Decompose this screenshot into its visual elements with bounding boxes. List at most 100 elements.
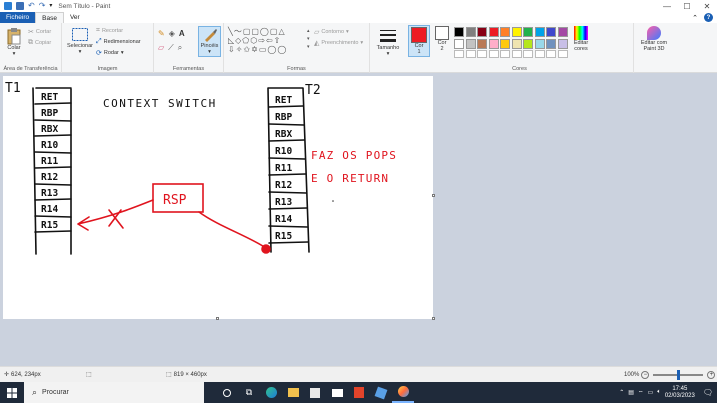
custom-color-slot[interactable] <box>477 50 487 58</box>
palette-swatch[interactable] <box>511 38 522 49</box>
right-stack-slot: R15 <box>275 231 292 242</box>
fill-button[interactable]: ◭ Preenchimento ▾ <box>314 39 363 47</box>
left-stack-slot: R14 <box>41 204 58 215</box>
palette-swatch[interactable] <box>557 38 568 49</box>
color-picker-icon[interactable]: ⟋ <box>168 43 174 53</box>
undo-icon[interactable]: ↶ <box>28 2 35 10</box>
rsp-old-pointer-arrow <box>77 199 154 231</box>
notifications-icon[interactable]: 🗨︎ <box>703 388 713 397</box>
start-button[interactable] <box>0 382 24 403</box>
palette-swatch[interactable] <box>465 38 476 49</box>
outline-button[interactable]: ▱ Contorno ▾ <box>314 28 349 36</box>
custom-color-slot[interactable] <box>465 50 476 58</box>
chevron-up-icon[interactable]: ⌃ <box>619 389 624 396</box>
palette-swatch[interactable] <box>523 38 533 49</box>
palette-swatch[interactable] <box>454 27 464 37</box>
file-explorer-icon[interactable] <box>282 382 304 403</box>
size-button[interactable]: Tamanho ▾ <box>374 27 402 57</box>
palette-swatch[interactable] <box>546 38 556 49</box>
store-icon[interactable] <box>304 382 326 403</box>
color2-button[interactable]: Cor 2 <box>432 26 452 52</box>
palette-swatch[interactable] <box>477 27 487 37</box>
palette-swatch[interactable] <box>534 27 545 37</box>
custom-color-slot[interactable] <box>500 50 510 58</box>
edge-icon[interactable] <box>260 382 282 403</box>
palette-swatch[interactable] <box>465 27 476 37</box>
zoom-out-icon[interactable]: − <box>641 370 650 379</box>
zoom-slider[interactable] <box>653 369 704 380</box>
magnifier-icon[interactable]: ⌕ <box>178 43 182 53</box>
palette-swatch[interactable] <box>511 27 522 37</box>
select-button[interactable]: Selecionar ▾ <box>66 27 94 55</box>
pencil-icon[interactable]: ✎ <box>158 29 165 38</box>
zoom-in-icon[interactable]: + <box>707 370 716 379</box>
brushes-button[interactable]: Pincéis ▾ <box>198 26 221 57</box>
palette-swatch[interactable] <box>557 27 568 37</box>
zoom-slider-thumb[interactable] <box>677 369 681 380</box>
drawing-canvas[interactable]: T1 T2 CONTEXT SWITCH RET RBP RBX R10 R11 R12 R… <box>3 76 433 319</box>
app-icon[interactable] <box>370 382 392 403</box>
left-stack-divider <box>34 183 72 186</box>
text-tool-icon[interactable]: A <box>179 29 185 38</box>
palette-swatch[interactable] <box>523 27 533 37</box>
paint-taskbar-icon[interactable] <box>392 382 414 403</box>
shapes-gallery[interactable]: ╲〜▢▢◯▢△ ◺◇⬠⬡⇨⇦⇧ ⇩✧✩✡▭◯◯ <box>228 27 306 57</box>
tab-home[interactable]: Base <box>35 12 64 23</box>
custom-color-slot[interactable] <box>511 50 522 58</box>
tab-view[interactable]: Ver <box>64 12 86 23</box>
palette-swatch[interactable] <box>488 27 499 37</box>
right-stack-divider <box>268 123 305 126</box>
custom-color-slot[interactable] <box>488 50 499 58</box>
shapes-scroll[interactable]: ▴ ▾ ▾ <box>307 27 310 51</box>
clipboard-icon <box>7 28 21 45</box>
paste-button[interactable]: Colar ▾ <box>4 27 24 57</box>
volume-icon[interactable]: 🔈︎ <box>657 389 661 396</box>
custom-color-slot[interactable] <box>557 50 568 58</box>
collapse-ribbon-icon[interactable]: ⌃ <box>692 14 698 22</box>
office-icon[interactable] <box>348 382 370 403</box>
eraser-icon[interactable]: ▱ <box>158 43 164 53</box>
palette-swatch[interactable] <box>500 38 510 49</box>
colors-group-label: Cores <box>512 66 527 72</box>
canvas-workspace: T1 T2 CONTEXT SWITCH RET RBP RBX R10 R11 R12 R… <box>0 73 717 366</box>
palette-swatch[interactable] <box>454 38 464 49</box>
task-view-icon[interactable]: ⧉ <box>238 382 260 403</box>
mail-icon[interactable] <box>326 382 348 403</box>
edit-colors-button[interactable]: Editar cores <box>570 26 592 52</box>
right-stack-divider <box>268 241 309 244</box>
minimize-button[interactable]: — <box>657 0 677 12</box>
wifi-icon[interactable]: ⌔ <box>638 389 644 397</box>
quick-access-dropdown-icon[interactable]: ▾ <box>49 2 52 10</box>
cortana-icon[interactable] <box>216 382 238 403</box>
palette-swatch[interactable] <box>500 27 510 37</box>
help-icon[interactable]: ? <box>704 13 713 22</box>
crop-button[interactable]: ⌗ Recortar <box>96 27 123 35</box>
copy-button[interactable]: ⧉ Copiar <box>28 39 51 47</box>
redo-icon[interactable]: ↷ <box>39 2 46 10</box>
taskbar-search[interactable]: ⌕ Procurar <box>24 382 204 403</box>
brush-icon <box>204 29 217 42</box>
color1-button[interactable]: Cor 1 <box>408 25 430 57</box>
palette-swatch[interactable] <box>534 38 545 49</box>
palette-swatch[interactable] <box>546 27 556 37</box>
resize-button[interactable]: ⤢ Redimensionar <box>96 38 141 46</box>
rotate-button[interactable]: ⟳ Rodar ▾ <box>96 49 124 57</box>
palette-swatch[interactable] <box>488 38 499 49</box>
custom-color-slot[interactable] <box>534 50 545 58</box>
clock[interactable]: 17:45 02/03/2023 <box>665 386 695 400</box>
maximize-button[interactable]: ☐ <box>677 0 697 12</box>
palette-swatch[interactable] <box>477 38 487 49</box>
right-stack-slot: R12 <box>275 180 292 191</box>
tab-file[interactable]: Ficheiro <box>0 12 36 23</box>
custom-color-slot[interactable] <box>546 50 556 58</box>
cut-button[interactable]: ✂ Cortar <box>28 28 51 36</box>
battery-icon[interactable]: ▭ <box>648 389 654 396</box>
save-icon[interactable] <box>16 2 24 10</box>
fill-bucket-icon[interactable]: ◈ <box>169 29 175 38</box>
crop-icon: ⌗ <box>96 27 100 34</box>
network-icon[interactable]: ▤ <box>628 389 634 396</box>
custom-color-slot[interactable] <box>523 50 533 58</box>
close-button[interactable]: ✕ <box>697 0 717 12</box>
custom-color-slot[interactable] <box>454 50 464 58</box>
edit-with-paint3d-button[interactable]: Editar com Paint 3D <box>636 26 672 52</box>
